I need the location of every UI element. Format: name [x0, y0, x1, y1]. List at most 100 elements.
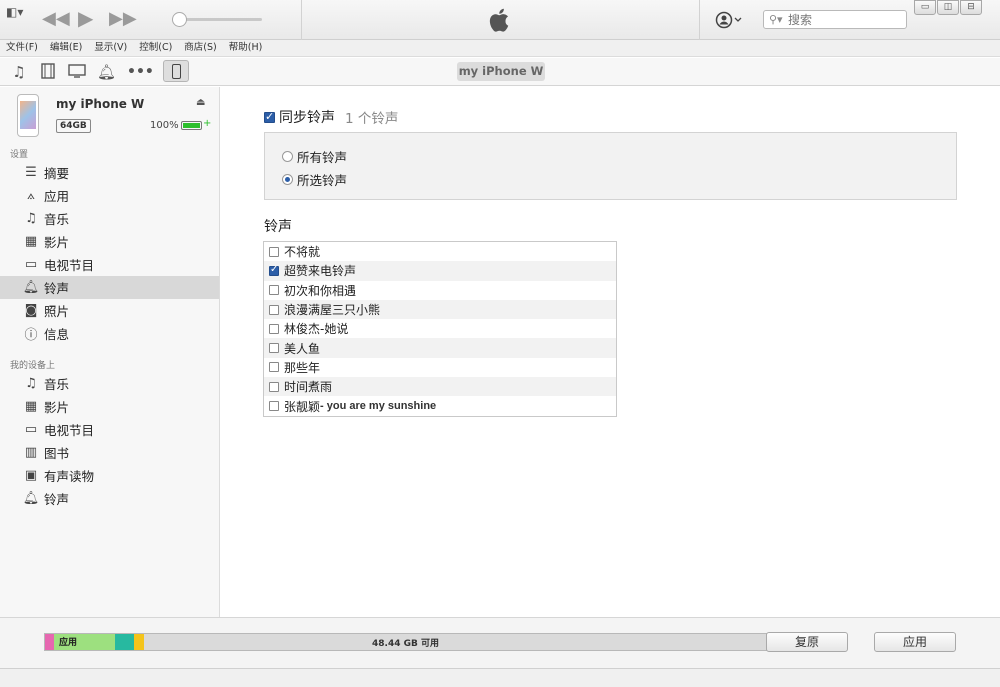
account-icon[interactable] [715, 11, 745, 29]
status-bar [0, 668, 1000, 687]
ondevice-item-label: 影片 [44, 400, 70, 415]
music-note-icon: ♫ [25, 211, 37, 226]
settings-item[interactable]: ⓘ 信息 [0, 322, 219, 345]
settings-item-label: 铃声 [44, 281, 70, 296]
ondevice-item-label: 电视节目 [44, 423, 95, 438]
menu-help[interactable]: 帮助(H) [223, 40, 269, 56]
player-bar: ◧▾ ◀◀ ▶ ▶▶ ⚲▾ ▭ ◫ ⊟ [0, 0, 1000, 40]
ringtone-count: 1 个铃声 [345, 111, 399, 127]
radio-selected-button[interactable] [282, 174, 293, 185]
search-field[interactable]: ⚲▾ [763, 10, 907, 29]
ondevice-item-label: 有声读物 [44, 469, 95, 484]
ringtone-checkbox[interactable] [269, 401, 279, 412]
ondevice-item[interactable]: ▭ 电视节目 [0, 418, 219, 441]
film-icon[interactable] [39, 63, 57, 81]
settings-item[interactable]: ⟑ 应用 [0, 184, 219, 207]
ringtone-name: 林俊杰-她说 [284, 322, 349, 337]
settings-item[interactable]: 🔔︎ 铃声 [0, 276, 219, 299]
ringtone-checkbox[interactable] [269, 362, 279, 373]
list-icon: ☰ [25, 165, 37, 180]
audiobook-icon: ▣ [24, 468, 38, 483]
storage-apps-label: 应用 [59, 638, 78, 648]
settings-header: 设置 [10, 150, 29, 160]
restore-button[interactable]: ◫ [937, 0, 959, 15]
revert-button[interactable]: 复原 [766, 632, 848, 652]
minimize-button[interactable]: ▭ [914, 0, 936, 15]
ringtone-row[interactable]: 不将就 [264, 242, 616, 261]
ringtone-checkbox[interactable] [269, 285, 279, 296]
settings-item[interactable]: ▭ 电视节目 [0, 253, 219, 276]
apps-icon: ⟑ [27, 188, 35, 203]
menu-store[interactable]: 商店(S) [178, 40, 222, 56]
ringtone-row[interactable]: 林俊杰-她说 [264, 319, 616, 338]
ringtone-row[interactable]: 张靓颖 - you are my sunshine [264, 396, 616, 415]
ondevice-item[interactable]: ▥ 图书 [0, 441, 219, 464]
storage-bar: 48.44 GB 可用 应用 [44, 633, 767, 651]
ringtone-row[interactable]: 那些年 [264, 358, 616, 377]
radio-all-ringtones[interactable]: 所有铃声 [282, 147, 347, 166]
ringtone-row[interactable]: 时间煮雨 [264, 377, 616, 397]
settings-item[interactable]: ♫ 音乐 [0, 207, 219, 230]
menu-file[interactable]: 文件(F) [0, 40, 44, 56]
ringtones-panel: 同步铃声 1 个铃声 所有铃声 所选铃声 铃声 不将就超赞来电铃声初次和你相遇浪… [221, 87, 1000, 617]
settings-item[interactable]: ◙ 照片 [0, 299, 219, 322]
ondevice-item[interactable]: ♫ 音乐 [0, 372, 219, 395]
radio-selected-ringtones[interactable]: 所选铃声 [282, 170, 347, 189]
ondevice-item-label: 铃声 [44, 492, 70, 507]
ringtone-name: 张靓颖 [284, 399, 321, 414]
ondevice-header: 我的设备上 [10, 361, 56, 371]
ondevice-item[interactable]: ▦ 影片 [0, 395, 219, 418]
ringtone-checkbox[interactable] [269, 343, 279, 354]
apply-button[interactable]: 应用 [874, 632, 956, 652]
ringtone-checkbox[interactable] [269, 246, 279, 257]
music-note-icon[interactable]: ♫ [10, 63, 28, 81]
menu-edit[interactable]: 编辑(E) [44, 40, 88, 56]
film-icon: ▦ [24, 234, 38, 249]
ringtone-name: 初次和你相遇 [284, 283, 357, 298]
sync-ringtones-row[interactable]: 同步铃声 1 个铃声 [264, 107, 398, 127]
ringtone-name: 时间煮雨 [284, 380, 333, 395]
ringtone-checkbox[interactable] [269, 381, 279, 392]
ringtone-row[interactable]: 浪漫满屋三只小熊 [264, 299, 616, 320]
tv-icon[interactable] [68, 63, 86, 81]
ringtone-name: 超赞来电铃声 [284, 264, 357, 279]
ringtone-row[interactable]: 美人鱼 [264, 338, 616, 358]
info-icon: ⓘ [24, 328, 38, 343]
more-icon[interactable]: ••• [127, 63, 154, 81]
device-name-pill[interactable]: my iPhone W [457, 62, 545, 81]
ringtone-row[interactable]: 超赞来电铃声 [264, 261, 616, 281]
ringtone-checkbox[interactable] [269, 264, 279, 276]
menu-controls[interactable]: 控制(C) [133, 40, 178, 56]
radio-selected-label: 所选铃声 [297, 173, 348, 188]
settings-item-label: 信息 [44, 327, 70, 342]
settings-item-label: 应用 [44, 189, 70, 204]
tv-icon: ▭ [24, 422, 38, 437]
play-icon[interactable]: ▶ [78, 7, 93, 29]
settings-item-label: 摘要 [44, 166, 70, 181]
volume-knob[interactable] [172, 12, 187, 27]
menu-view[interactable]: 显示(V) [88, 40, 133, 56]
bell-icon[interactable]: 🔔︎ [97, 63, 116, 81]
bell-icon: 🔔︎ [22, 280, 40, 295]
ondevice-item[interactable]: 🔔︎ 铃声 [0, 487, 219, 510]
settings-item[interactable]: ☰ 摘要 [0, 161, 219, 184]
ringtone-checkbox[interactable] [269, 323, 279, 334]
radio-all-button[interactable] [282, 151, 293, 162]
search-input[interactable] [788, 12, 900, 27]
camera-icon: ◙ [24, 303, 38, 318]
sync-ringtones-checkbox[interactable] [264, 110, 275, 123]
ringtone-subtitle: - you are my sunshine [320, 400, 437, 413]
fast-forward-icon[interactable]: ▶▶ [109, 8, 137, 30]
eject-icon[interactable]: ⏏ [196, 97, 205, 108]
ringtone-row[interactable]: 初次和你相遇 [264, 281, 616, 300]
rewind-icon[interactable]: ◀◀ [42, 8, 70, 30]
iphone-icon [172, 64, 181, 79]
device-button[interactable] [163, 60, 189, 82]
volume-slider[interactable] [178, 18, 262, 21]
ondevice-item[interactable]: ▣ 有声读物 [0, 464, 219, 487]
ringtone-checkbox[interactable] [269, 304, 279, 315]
menu-toggle-icon[interactable]: ◧▾ [6, 5, 30, 19]
bell-icon: 🔔︎ [22, 491, 40, 506]
close-button[interactable]: ⊟ [960, 0, 982, 15]
settings-item[interactable]: ▦ 影片 [0, 230, 219, 253]
